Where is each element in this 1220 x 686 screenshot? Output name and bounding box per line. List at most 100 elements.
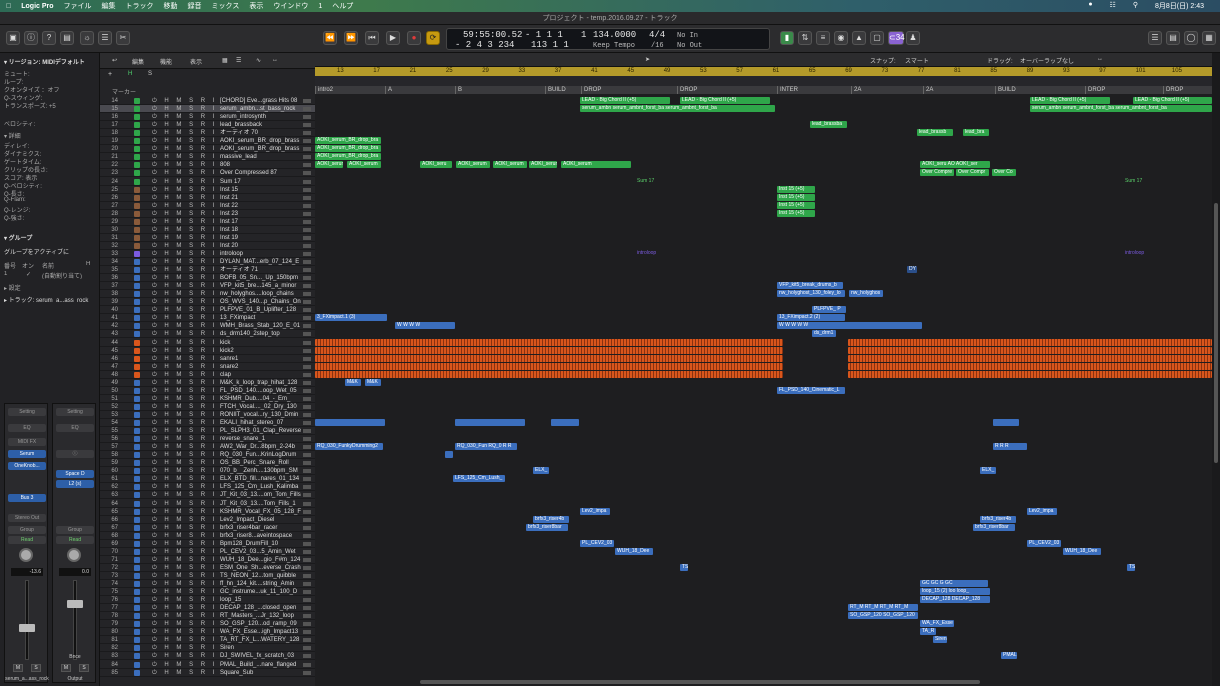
- track-name[interactable]: KSHMR_Dub....04_-_Em_: [220, 395, 302, 403]
- track-row[interactable]: 60 ⏻ H M S R I 070_b__Zenh....130bpm_SM: [100, 467, 315, 476]
- track-name[interactable]: オーディオ 71: [220, 266, 302, 274]
- region[interactable]: R R R: [993, 443, 1027, 451]
- track-name[interactable]: Inst 21: [220, 194, 302, 202]
- group-row-on[interactable]: ✓: [26, 271, 36, 279]
- track-buttons[interactable]: ⏻ H M S R I: [152, 661, 217, 669]
- track-buttons[interactable]: ⏻ H M S R I: [152, 580, 217, 588]
- track-buttons[interactable]: ⏻ H M S R I: [152, 419, 217, 427]
- track-name[interactable]: lead_brassback: [220, 121, 302, 129]
- volume-fader-track[interactable]: [25, 580, 29, 660]
- track-row[interactable]: 26 ⏻ H M S R I Inst 21: [100, 194, 315, 202]
- track-buttons[interactable]: ⏻ H M S R I: [152, 161, 217, 169]
- lcd-division2[interactable]: /16: [651, 42, 664, 50]
- view-menu[interactable]: 表示: [190, 57, 202, 66]
- track-buttons[interactable]: ⏻ H M S R I: [152, 371, 217, 379]
- marker[interactable]: BUILD: [545, 86, 581, 94]
- track-name[interactable]: brfx3_riser8...aveintospace: [220, 532, 302, 540]
- volume-fader-track[interactable]: [73, 580, 77, 660]
- track-buttons[interactable]: ⏻ H M S R I: [152, 500, 217, 508]
- region[interactable]: TS: [1127, 563, 1135, 571]
- track-row[interactable]: 29 ⏻ H M S R I Inst 17: [100, 218, 315, 226]
- track-buttons[interactable]: ⏻ H M S R I: [152, 322, 217, 330]
- region[interactable]: lead_brassba: [810, 121, 847, 129]
- region[interactable]: PMAL: [1001, 652, 1017, 660]
- rewind-button[interactable]: ⏪: [323, 31, 337, 45]
- region-q-flam[interactable]: Q-Flam:: [4, 197, 95, 205]
- track-buttons[interactable]: ⏻ H M S R I: [152, 363, 217, 371]
- track-row[interactable]: 70 ⏻ H M S R I PL_CEV2_03...5_Amin_Wet: [100, 548, 315, 556]
- region[interactable]: TS: [680, 563, 688, 571]
- loop-browser-icon[interactable]: ◯: [1184, 31, 1198, 45]
- bounce-button[interactable]: Bnce: [53, 654, 97, 660]
- track-name[interactable]: PMAL_Build_...nare_flanged: [220, 661, 302, 669]
- track-buttons[interactable]: ⏻ H M S R I: [152, 403, 217, 411]
- setting-slot[interactable]: Setting: [8, 408, 46, 416]
- track-name[interactable]: ESM_One_Sh...everse_Crash: [220, 564, 302, 572]
- track-row[interactable]: 47 ⏻ H M S R Isnare2: [100, 363, 315, 371]
- region[interactable]: serum_ambn serum_ambnt_forst_ba serum_am…: [1030, 105, 1212, 113]
- track-name[interactable]: PLFPVE_01_B_Uplifter_128: [220, 306, 302, 314]
- record-button[interactable]: ●: [407, 31, 421, 45]
- menu-track[interactable]: トラック: [126, 1, 154, 11]
- region[interactable]: WUH_18_Dee: [615, 547, 653, 555]
- region[interactable]: loop_15 (2) loo loop_: [920, 588, 990, 596]
- track-name[interactable]: RT_Masters_...Jr_132_loop: [220, 612, 302, 620]
- track-row[interactable]: 74 ⏻ H M S R Iff_hn_124_kit....string_Ami…: [100, 580, 315, 588]
- track-row[interactable]: 61 ⏻ H M S R I ELX_BTD_fill...nares_01_134: [100, 475, 315, 484]
- vertical-scroll-thumb[interactable]: [1214, 203, 1218, 463]
- track-name[interactable]: 070_b__Zenh....130bpm_SM: [220, 467, 302, 475]
- track-row[interactable]: 54 ⏻ H M S R I EKALI_hihat_stereo_07: [100, 419, 315, 427]
- region[interactable]: AOKI_serum: [529, 161, 557, 169]
- track-name[interactable]: massive_lead: [220, 153, 302, 161]
- track-row[interactable]: 21 ⏻ H M S R Imassive_lead: [100, 153, 315, 162]
- midi-fx-slot[interactable]: MIDI FX: [8, 438, 46, 446]
- track-row[interactable]: 73 ⏻ H M S R I TS_NEON_12...tom_quibble: [100, 572, 315, 580]
- region[interactable]: Siren: [933, 636, 947, 644]
- track-row[interactable]: 41 ⏻ H M S R I 13_FXimpact: [100, 314, 315, 323]
- inspector-icon[interactable]: ⓘ: [24, 31, 38, 45]
- region[interactable]: introloop: [635, 250, 675, 257]
- track-buttons[interactable]: ⏻ H M S R I: [152, 218, 217, 226]
- track-row[interactable]: 24 ⏻ H M S R I Sum 17: [100, 178, 315, 186]
- track-name[interactable]: WMH_Brass_Stab_120_E_01: [220, 322, 302, 330]
- track-buttons[interactable]: ⏻ H M S R I: [152, 612, 217, 620]
- track-buttons[interactable]: ⏻ H M S R I: [152, 596, 217, 604]
- track-row[interactable]: 33 ⏻ H M S R Iintroloop: [100, 250, 315, 258]
- track-row[interactable]: 69 ⏻ H M S R I Bpm128_DrumFill_10: [100, 540, 315, 548]
- track-buttons[interactable]: ⏻ H M S R I: [152, 153, 217, 161]
- setting-slot[interactable]: Setting: [56, 408, 94, 416]
- track-buttons[interactable]: ⏻ H M S R I: [152, 314, 217, 322]
- settings-disclosure[interactable]: ▸ 設定: [4, 283, 95, 291]
- region[interactable]: brfx3_riser4b: [980, 515, 1016, 523]
- track-buttons[interactable]: ⏻ H M S R I: [152, 339, 217, 347]
- track-row[interactable]: 34 ⏻ H M S R I DYLAN_MAT...erb_07_124_E: [100, 258, 315, 266]
- monitor-icon[interactable]: ▮: [780, 31, 794, 45]
- track-name[interactable]: Inst 15: [220, 186, 302, 194]
- region[interactable]: AOKI_serum: [456, 161, 490, 169]
- marker[interactable]: 2A: [923, 86, 995, 94]
- region[interactable]: GC GC G GC: [920, 580, 988, 587]
- region[interactable]: PL_CEV2_03: [1027, 539, 1061, 547]
- functions-menu[interactable]: 機能: [160, 57, 172, 66]
- volume-value[interactable]: 0.0: [59, 568, 91, 576]
- track-buttons[interactable]: ⏻ H M S R I: [152, 194, 217, 202]
- mixer-icon[interactable]: ☰: [98, 31, 112, 45]
- region-q-strength[interactable]: Q-強さ:: [4, 213, 95, 221]
- track-buttons[interactable]: ⏻ H M S R I: [152, 121, 217, 129]
- library-icon[interactable]: ▣: [6, 31, 20, 45]
- track-name[interactable]: GC_instrume...uk_11_100_D: [220, 588, 302, 596]
- track-buttons[interactable]: ⏻ H M S R I: [152, 483, 217, 491]
- track-row[interactable]: 35 ⏻ H M S R I オーディオ 71: [100, 266, 315, 275]
- eq-slot[interactable]: EQ: [56, 424, 94, 432]
- region[interactable]: lead_brassb: [917, 129, 953, 137]
- region[interactable]: lead_bra: [963, 129, 989, 137]
- track-row[interactable]: 45 ⏻ H M S R Ikick2: [100, 347, 315, 355]
- pan-knob[interactable]: [67, 548, 81, 562]
- volume-value[interactable]: -13.6: [11, 568, 43, 576]
- automation-mode[interactable]: Read: [8, 536, 46, 544]
- track-buttons[interactable]: ⏻ H M S R I: [152, 97, 217, 105]
- region[interactable]: DY: [907, 266, 917, 274]
- track-row[interactable]: 56 ⏻ H M S R Ireverse_snare_1: [100, 435, 315, 444]
- region[interactable]: Lev2_impa: [1027, 507, 1057, 515]
- track-buttons[interactable]: ⏻ H M S R I: [152, 532, 217, 540]
